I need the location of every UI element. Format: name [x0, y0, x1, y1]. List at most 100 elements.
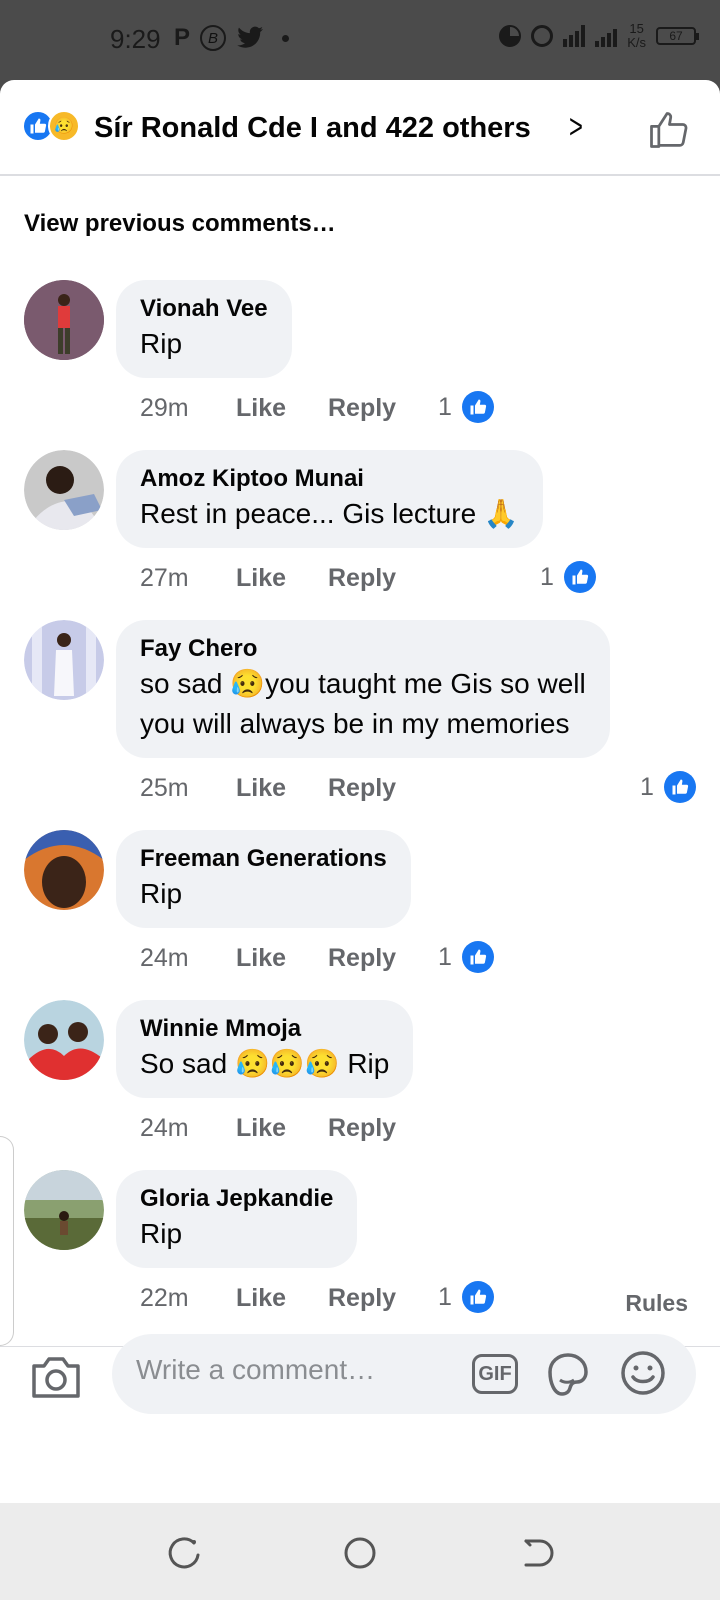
reaction-count: 1: [640, 772, 654, 801]
view-previous-comments-link[interactable]: View previous comments…: [24, 210, 336, 238]
recent-apps-icon[interactable]: [164, 1533, 204, 1573]
sticker-icon[interactable]: [544, 1350, 592, 1398]
reaction-count: 1: [438, 392, 452, 421]
battery-icon: 67: [656, 27, 699, 45]
comment-reactions[interactable]: 1: [438, 391, 494, 423]
comment-text: Rip: [140, 878, 183, 909]
comment-author[interactable]: Gloria Jepkandie: [140, 1184, 333, 1214]
comment-time[interactable]: 22m: [140, 1284, 236, 1313]
avatar[interactable]: [24, 280, 104, 360]
like-badge-icon: [461, 1281, 494, 1313]
reply-button[interactable]: Reply: [328, 1114, 396, 1143]
comment-actions: 29m Like Reply: [140, 394, 396, 423]
avatar[interactable]: [24, 1000, 104, 1080]
network-speed-unit: K/s: [627, 35, 646, 50]
reply-button[interactable]: Reply: [328, 394, 396, 423]
avatar[interactable]: [24, 1170, 104, 1250]
reactions-header[interactable]: 😥 Sír Ronald Cde I and 422 others >: [0, 80, 720, 176]
status-system-icons: 15 K/s 67: [499, 22, 699, 50]
chevron-right-icon[interactable]: >: [569, 108, 583, 147]
like-button[interactable]: Like: [236, 394, 328, 423]
comment-actions: 22m Like Reply: [140, 1284, 396, 1313]
reaction-icons: 😥: [22, 110, 80, 142]
comment-author[interactable]: Fay Chero: [140, 634, 586, 664]
network-speed-value: 15: [629, 21, 644, 36]
like-badge-icon: [461, 941, 494, 973]
comment-time[interactable]: 27m: [140, 564, 236, 593]
avatar[interactable]: [24, 620, 104, 700]
like-button[interactable]: Like: [236, 564, 328, 593]
comment-author[interactable]: Freeman Generations: [140, 844, 387, 874]
reaction-count: 1: [438, 1282, 452, 1311]
parking-icon: P: [174, 24, 191, 51]
comment-reactions[interactable]: 1: [540, 561, 596, 593]
comment-actions: 24m Like Reply: [140, 1114, 396, 1143]
comment-actions: 24m Like Reply: [140, 944, 396, 973]
comment-time[interactable]: 24m: [140, 944, 236, 973]
status-bar: 9:29 P B 15 K/s 67: [0, 0, 720, 80]
reaction-count: 1: [540, 562, 554, 591]
network-speed: 15 K/s: [627, 22, 646, 50]
avatar[interactable]: [24, 830, 104, 910]
comment-time[interactable]: 25m: [140, 774, 236, 803]
comment-text: Rip: [140, 1218, 183, 1249]
comment-reactions[interactable]: 1: [640, 771, 696, 803]
comment-bubble[interactable]: Gloria Jepkandie Rip: [116, 1170, 358, 1268]
sad-reaction-icon: 😥: [48, 110, 80, 142]
comment-reactions[interactable]: 1: [438, 941, 494, 973]
comment-reactions[interactable]: 1: [438, 1281, 494, 1313]
comment-text: you will always be in my memories: [140, 708, 570, 739]
comment-author[interactable]: Vionah Vee: [140, 294, 268, 324]
like-badge-icon: [563, 561, 596, 593]
alarm-icon: [531, 25, 554, 47]
comment-bubble[interactable]: Freeman Generations Rip: [116, 830, 411, 928]
reply-button[interactable]: Reply: [328, 774, 396, 803]
comment-input[interactable]: [136, 1354, 456, 1386]
data-saver-icon: [499, 25, 522, 47]
comment-bubble[interactable]: Fay Chero so sad 😥you taught me Gis so w…: [116, 620, 610, 758]
like-button[interactable]: Like: [236, 1284, 328, 1313]
comment-bubble[interactable]: Amoz Kiptoo Munai Rest in peace... Gis l…: [116, 450, 543, 548]
comment-author[interactable]: Winnie Mmoja: [140, 1014, 389, 1044]
twitter-icon: [237, 26, 264, 48]
comment-actions: 25m Like Reply: [140, 774, 396, 803]
edge-handle[interactable]: [0, 1136, 14, 1346]
comment-bubble[interactable]: Vionah Vee Rip: [116, 280, 292, 378]
emoji-icon[interactable]: [620, 1350, 666, 1396]
reply-button[interactable]: Reply: [328, 564, 396, 593]
reactions-summary[interactable]: Sír Ronald Cde I and 422 others: [94, 112, 531, 145]
camera-icon[interactable]: [30, 1354, 82, 1400]
like-button[interactable]: Like: [236, 944, 328, 973]
comments-sheet: 😥 Sír Ronald Cde I and 422 others > View…: [0, 80, 720, 1503]
gif-label: GIF: [478, 1362, 512, 1385]
comment-time[interactable]: 24m: [140, 1114, 236, 1143]
comment-time[interactable]: 29m: [140, 394, 236, 423]
like-badge-icon: [461, 391, 494, 423]
gif-icon[interactable]: GIF: [472, 1354, 518, 1394]
signal-4g-icon: [563, 25, 586, 47]
comment-text: Rest in peace... Gis lecture 🙏: [140, 498, 519, 529]
like-badge-icon: [663, 771, 696, 803]
system-nav-bar: [0, 1503, 720, 1600]
signal-icon: [595, 25, 618, 47]
reply-button[interactable]: Reply: [328, 944, 396, 973]
like-icon[interactable]: [646, 108, 690, 152]
bitcoin-icon: B: [200, 25, 227, 51]
like-button[interactable]: Like: [236, 774, 328, 803]
status-time: 9:29: [110, 24, 161, 54]
comment-text: Rip: [140, 328, 183, 359]
comment-text: So sad 😥😥😥 Rip: [140, 1048, 390, 1079]
reaction-count: 1: [438, 942, 452, 971]
comment-author[interactable]: Amoz Kiptoo Munai: [140, 464, 519, 494]
reply-button[interactable]: Reply: [328, 1284, 396, 1313]
avatar[interactable]: [24, 450, 104, 530]
like-button[interactable]: Like: [236, 1114, 328, 1143]
comment-composer[interactable]: GIF: [112, 1334, 696, 1414]
comment-actions: 27m Like Reply: [140, 564, 396, 593]
comment-bubble[interactable]: Winnie Mmoja So sad 😥😥😥 Rip: [116, 1000, 414, 1098]
back-icon[interactable]: [516, 1533, 556, 1573]
home-icon[interactable]: [340, 1533, 380, 1573]
status-notification-icons: P B: [174, 24, 290, 52]
rules-link[interactable]: Rules: [625, 1290, 688, 1317]
more-notifications-dot-icon: [282, 34, 290, 42]
